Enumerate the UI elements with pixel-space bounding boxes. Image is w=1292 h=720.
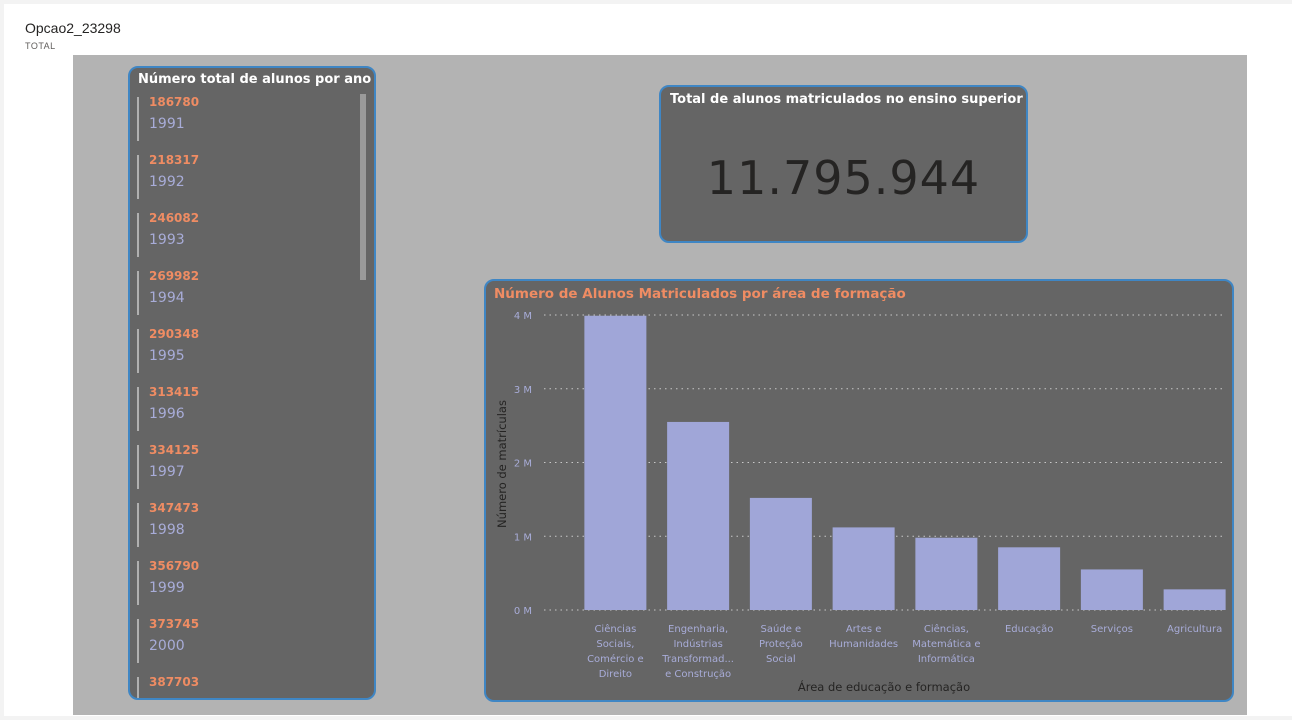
- x-tick-label: Direito: [599, 669, 632, 680]
- kpi-card[interactable]: Total de alunos matriculados no ensino s…: [659, 85, 1028, 243]
- list-item-value: 373745: [149, 617, 200, 631]
- list-item[interactable]: 347473 1998: [137, 498, 357, 556]
- x-tick-label: Ciências: [594, 623, 636, 635]
- kpi-value: 11.795.944: [706, 151, 981, 205]
- list-item[interactable]: 356790 1999: [137, 556, 357, 614]
- bar-chart[interactable]: 0 M 1 M 2 M 3 M 4 M Ciências Sociais, Comércio …: [486, 281, 1232, 700]
- list-item-year: 1995: [149, 348, 185, 364]
- list-item-accent-bar: [137, 445, 139, 489]
- bar-chart-card[interactable]: Número de Alunos Matriculados por área d…: [484, 279, 1234, 702]
- list-item-value: 218317: [149, 153, 200, 167]
- year-list[interactable]: 186780 1991 218317 1992 246082 1993 269982 1994…: [137, 92, 357, 698]
- y-tick-label: 0 M: [514, 606, 532, 617]
- list-item[interactable]: 186780 1991: [137, 92, 357, 150]
- x-tick-label: Saúde e: [761, 623, 802, 635]
- list-item-year: 1993: [149, 232, 185, 248]
- list-item-accent-bar: [137, 97, 139, 141]
- bar[interactable]: [1163, 589, 1226, 610]
- list-item-value: 290348: [149, 327, 200, 341]
- list-item-year: 1999: [149, 580, 185, 596]
- x-axis-title: Área de educação e formação: [798, 679, 970, 694]
- list-item-value: 356790: [149, 559, 200, 573]
- year-list-title: Número total de alunos por ano: [138, 72, 372, 87]
- x-tick-label: Transformad...: [661, 654, 734, 665]
- list-item-year: 1994: [149, 290, 185, 306]
- scrollbar[interactable]: [360, 92, 366, 692]
- list-item-year: 1991: [149, 116, 185, 132]
- x-tick-label: Humanidades: [829, 639, 898, 650]
- list-item-year: 2000: [149, 638, 185, 654]
- x-tick-label: Sociais,: [596, 639, 634, 650]
- list-item-year: 1996: [149, 406, 185, 422]
- kpi-title: Total de alunos matriculados no ensino s…: [670, 92, 1023, 107]
- x-tick-label: Informática: [918, 653, 975, 665]
- report-title: Opcao2_23298: [25, 20, 121, 36]
- list-item-accent-bar: [137, 387, 139, 431]
- y-tick-label: 1 M: [514, 532, 532, 543]
- y-tick-label: 2 M: [514, 459, 532, 470]
- x-tick-label: Agricultura: [1167, 624, 1222, 635]
- list-item-accent-bar: [137, 271, 139, 315]
- list-item-value: 347473: [149, 501, 200, 515]
- list-item-accent-bar: [137, 561, 139, 605]
- x-tick-label: Artes e: [846, 624, 882, 635]
- list-item[interactable]: 246082 1993: [137, 208, 357, 266]
- x-tick-label: Comércio e: [587, 653, 644, 665]
- bar[interactable]: [998, 547, 1061, 610]
- list-item-accent-bar: [137, 155, 139, 199]
- list-item[interactable]: 313415 1996: [137, 382, 357, 440]
- x-tick-label: Engenharia,: [668, 624, 728, 635]
- scrollbar-thumb[interactable]: [360, 94, 366, 280]
- bar[interactable]: [915, 537, 978, 610]
- list-item[interactable]: 269982 1994: [137, 266, 357, 324]
- bar[interactable]: [749, 497, 812, 610]
- x-tick-label: e Construção: [665, 669, 731, 680]
- x-tick-label: Indústrias: [673, 638, 722, 650]
- y-tick-label: 4 M: [514, 311, 532, 322]
- x-tick-label: Matemática e: [912, 638, 980, 650]
- list-item-accent-bar: [137, 213, 139, 257]
- list-item-accent-bar: [137, 619, 139, 663]
- x-tick-label: Social: [766, 654, 796, 665]
- list-item[interactable]: 387703: [137, 672, 357, 698]
- list-item-value: 186780: [149, 95, 200, 109]
- bar[interactable]: [584, 315, 647, 610]
- bar[interactable]: [1080, 569, 1143, 610]
- year-list-card[interactable]: Número total de alunos por ano 186780 199…: [128, 66, 376, 700]
- list-item[interactable]: 373745 2000: [137, 614, 357, 672]
- list-item[interactable]: 290348 1995: [137, 324, 357, 382]
- report-subtitle: TOTAL: [25, 41, 56, 51]
- list-item-value: 246082: [149, 211, 200, 225]
- list-item-year: 1992: [149, 174, 185, 190]
- x-tick-label: Serviços: [1091, 624, 1133, 635]
- report-canvas: Número total de alunos por ano 186780 199…: [73, 55, 1247, 715]
- y-axis-title: Número de matrículas: [495, 400, 509, 528]
- list-item-value: 334125: [149, 443, 200, 457]
- y-tick-label: 3 M: [514, 385, 532, 396]
- x-tick-label: Ciências,: [924, 623, 969, 635]
- bar[interactable]: [667, 421, 730, 610]
- list-item-value: 313415: [149, 385, 200, 399]
- x-tick-label: Proteção: [759, 639, 803, 650]
- list-item[interactable]: 218317 1992: [137, 150, 357, 208]
- list-item-year: 1998: [149, 522, 185, 538]
- list-item[interactable]: 334125 1997: [137, 440, 357, 498]
- bar[interactable]: [832, 527, 895, 610]
- list-item-accent-bar: [137, 503, 139, 547]
- list-item-value: 269982: [149, 269, 200, 283]
- list-item-accent-bar: [137, 677, 139, 698]
- x-tick-label: Educação: [1005, 624, 1053, 635]
- list-item-year: 1997: [149, 464, 185, 480]
- list-item-value: 387703: [149, 675, 200, 689]
- list-item-accent-bar: [137, 329, 139, 373]
